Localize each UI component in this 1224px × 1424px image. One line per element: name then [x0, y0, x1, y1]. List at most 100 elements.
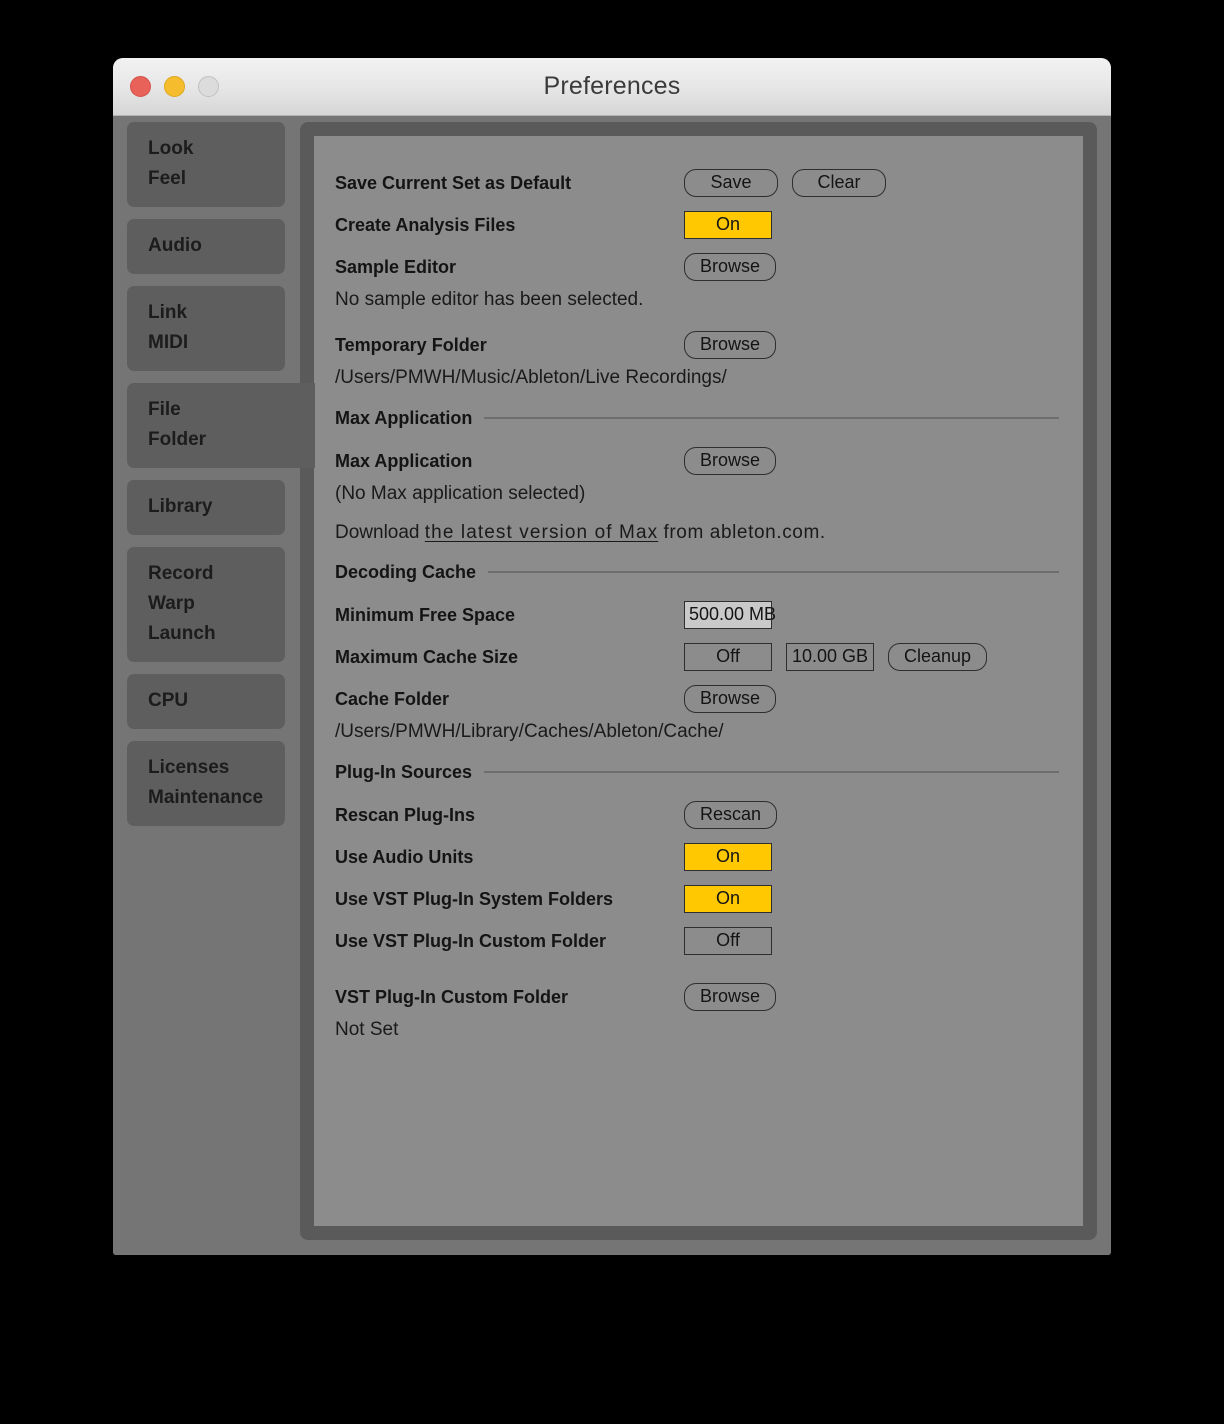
sidebar-item-audio[interactable]: Audio — [127, 219, 285, 274]
row-controls: Off 10.00 GB Cleanup — [684, 643, 988, 671]
rescan-button[interactable]: Rescan — [684, 801, 778, 829]
row-maximum-cache-size: Maximum Cache Size Off 10.00 GB Cleanup — [335, 636, 1059, 678]
sidebar-item-label: File — [148, 399, 181, 420]
section-divider — [488, 571, 1059, 573]
sidebar-item-file-folder[interactable]: File Folder — [127, 383, 315, 468]
max-download-line: Download the latest version of Max from … — [335, 520, 1059, 548]
row-label: Use Audio Units — [335, 846, 474, 867]
row-save-current-set-as-default: Save Current Set as Default Save Clear — [335, 162, 1059, 204]
row-controls: Browse — [684, 447, 777, 475]
cache-folder-browse-button[interactable]: Browse — [684, 685, 777, 713]
cleanup-button[interactable]: Cleanup — [888, 643, 988, 671]
section-decoding-cache: Decoding Cache — [335, 550, 1059, 594]
preferences-window: Preferences Look Feel Audio Link MIDI Fi… — [113, 58, 1111, 1255]
max-application-browse-button[interactable]: Browse — [684, 447, 777, 475]
row-controls: Browse — [684, 253, 777, 281]
sidebar-item-licenses-maintenance[interactable]: Licenses Maintenance — [127, 741, 285, 826]
row-controls: Browse — [684, 983, 777, 1011]
use-vst-system-folders-toggle[interactable]: On — [684, 885, 772, 913]
row-label: Use VST Plug-In Custom Folder — [335, 930, 607, 951]
screen: Preferences Look Feel Audio Link MIDI Fi… — [0, 0, 1224, 1424]
sidebar-item-label: Warp — [148, 593, 195, 614]
row-controls: On — [684, 211, 772, 239]
max-application-status: (No Max application selected) — [335, 483, 586, 504]
sidebar-item-look-feel[interactable]: Look Feel — [127, 122, 285, 207]
sidebar: Look Feel Audio Link MIDI File Folder Li… — [127, 122, 315, 838]
row-minimum-free-space: Minimum Free Space 500.00 MB — [335, 594, 1059, 636]
row-cache-folder: Cache Folder Browse — [335, 678, 1059, 720]
section-title: Plug-In Sources — [335, 761, 473, 782]
row-rescan-plugins: Rescan Plug-Ins Rescan — [335, 794, 1059, 836]
row-controls: Browse — [684, 331, 777, 359]
create-analysis-files-toggle[interactable]: On — [684, 211, 772, 239]
row-label: Cache Folder — [335, 688, 450, 709]
window-controls — [130, 76, 219, 97]
title-bar: Preferences — [113, 58, 1111, 116]
sidebar-item-cpu[interactable]: CPU — [127, 674, 285, 729]
section-title: Decoding Cache — [335, 561, 477, 582]
close-button[interactable] — [130, 76, 151, 97]
save-button[interactable]: Save — [684, 169, 778, 197]
cache-folder-path: /Users/PMWH/Library/Caches/Ableton/Cache… — [335, 721, 724, 742]
use-audio-units-toggle[interactable]: On — [684, 843, 772, 871]
sidebar-item-label: Audio — [148, 235, 202, 256]
sidebar-item-label: Library — [148, 496, 213, 517]
sidebar-item-label: MIDI — [148, 332, 189, 353]
row-label: Save Current Set as Default — [335, 172, 572, 193]
row-controls: 500.00 MB — [684, 601, 776, 629]
minimum-free-space-input[interactable]: 500.00 MB — [684, 601, 776, 629]
sample-editor-browse-button[interactable]: Browse — [684, 253, 777, 281]
sidebar-item-label: Record — [148, 563, 214, 584]
use-vst-custom-folder-toggle[interactable]: Off — [684, 927, 772, 955]
row-max-application: Max Application Browse — [335, 440, 1059, 482]
sidebar-item-label: Folder — [148, 429, 207, 450]
section-max-application: Max Application — [335, 396, 1059, 440]
row-label: Max Application — [335, 450, 473, 471]
row-controls: Browse — [684, 685, 777, 713]
row-label: Create Analysis Files — [335, 214, 516, 235]
sidebar-item-link-midi[interactable]: Link MIDI — [127, 286, 285, 371]
temporary-folder-browse-button[interactable]: Browse — [684, 331, 777, 359]
sidebar-item-library[interactable]: Library — [127, 480, 285, 535]
sidebar-item-label: Look — [148, 138, 194, 159]
row-label: Minimum Free Space — [335, 604, 516, 625]
row-sample-editor: Sample Editor Browse — [335, 246, 1059, 288]
row-label: Use VST Plug-In System Folders — [335, 888, 614, 909]
sidebar-item-label: Feel — [148, 168, 187, 189]
row-controls: On — [684, 843, 772, 871]
window-body: Look Feel Audio Link MIDI File Folder Li… — [113, 116, 1111, 1255]
section-divider — [484, 417, 1059, 419]
clear-button[interactable]: Clear — [792, 169, 886, 197]
sample-editor-status: No sample editor has been selected. — [335, 289, 644, 310]
section-plugin-sources: Plug-In Sources — [335, 750, 1059, 794]
minimize-button[interactable] — [164, 76, 185, 97]
row-use-vst-system-folders: Use VST Plug-In System Folders On — [335, 878, 1059, 920]
vst-custom-folder-path: Not Set — [335, 1019, 399, 1040]
content-frame: Save Current Set as Default Save Clear C… — [300, 122, 1097, 1240]
row-use-audio-units: Use Audio Units On — [335, 836, 1059, 878]
row-controls: On — [684, 885, 772, 913]
row-label: VST Plug-In Custom Folder — [335, 986, 568, 1007]
maximum-cache-size-input[interactable]: 10.00 GB — [786, 643, 874, 671]
file-folder-settings-panel: Save Current Set as Default Save Clear C… — [314, 136, 1083, 1226]
row-controls: Save Clear — [684, 169, 886, 197]
download-prefix-text: Download — [335, 522, 420, 543]
row-use-vst-custom-folder: Use VST Plug-In Custom Folder Off — [335, 920, 1059, 962]
row-label: Rescan Plug-Ins — [335, 804, 476, 825]
window-title: Preferences — [543, 72, 681, 100]
zoom-button[interactable] — [198, 76, 219, 97]
row-label: Maximum Cache Size — [335, 646, 519, 667]
row-create-analysis-files: Create Analysis Files On — [335, 204, 1059, 246]
maximum-cache-size-toggle[interactable]: Off — [684, 643, 772, 671]
sidebar-item-label: Licenses — [148, 757, 230, 778]
sidebar-item-label: CPU — [148, 690, 189, 711]
temporary-folder-path: /Users/PMWH/Music/Ableton/Live Recording… — [335, 367, 727, 388]
row-label: Sample Editor — [335, 256, 457, 277]
sidebar-item-record-warp-launch[interactable]: Record Warp Launch — [127, 547, 285, 662]
row-controls: Off — [684, 927, 772, 955]
vst-custom-folder-browse-button[interactable]: Browse — [684, 983, 777, 1011]
max-download-link[interactable]: the latest version of Max — [425, 522, 658, 543]
sidebar-item-label: Launch — [148, 623, 216, 644]
section-title: Max Application — [335, 407, 473, 428]
row-vst-custom-folder: VST Plug-In Custom Folder Browse — [335, 976, 1059, 1018]
